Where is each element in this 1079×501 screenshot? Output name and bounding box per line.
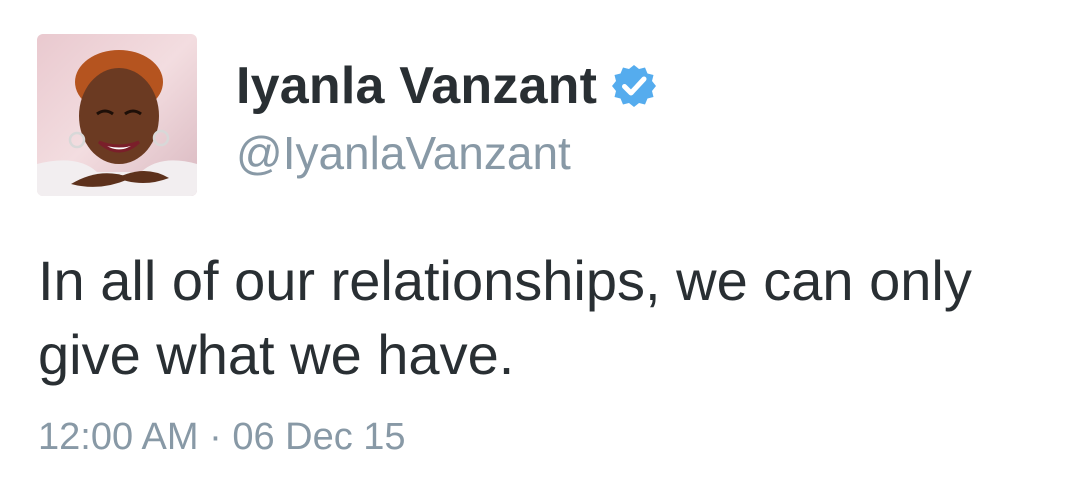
tweet-card: Iyanla Vanzant @IyanlaVanzant In all of … [0,0,1079,501]
tweet-timestamp[interactable]: 12:00 AM · 06 Dec 15 [38,416,406,459]
tweet-text: In all of our relationships, we can only… [38,249,972,386]
profile-photo-icon [37,34,197,196]
author-display-name[interactable]: Iyanla Vanzant [236,56,597,116]
author-handle[interactable]: @IyanlaVanzant [236,126,571,180]
verified-badge-icon [612,65,657,107]
avatar[interactable] [37,34,197,196]
author-name-row: Iyanla Vanzant [236,56,657,116]
